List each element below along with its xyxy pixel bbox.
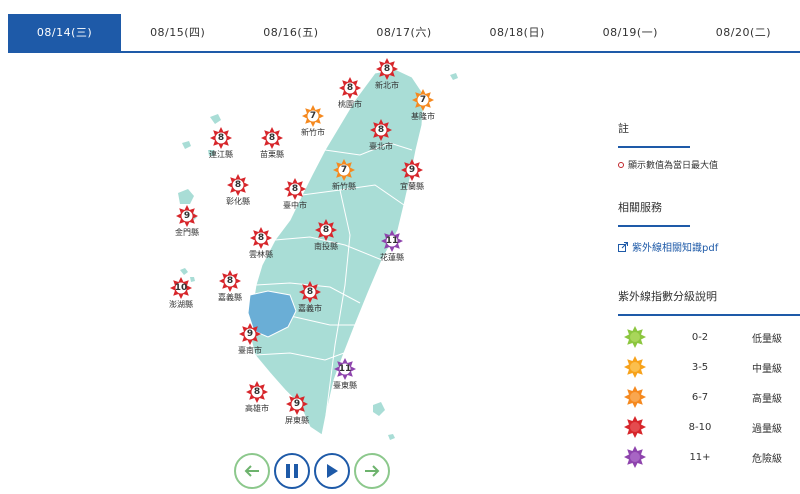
uv-value: 8 <box>253 387 261 397</box>
uv-marker-changhua[interactable]: 8 彰化縣 <box>208 174 268 214</box>
note-title: 註 <box>618 120 690 148</box>
uv-marker-tainan[interactable]: 9 臺南市 <box>220 323 280 363</box>
county-label: 彰化縣 <box>226 197 250 206</box>
sun-medium-icon <box>624 356 646 378</box>
uv-value: 10 <box>174 283 188 293</box>
playback-controls <box>234 453 390 489</box>
uv-marker-hualien[interactable]: 11 花蓮縣 <box>362 230 422 270</box>
tab-0818[interactable]: 08/18(日) <box>461 14 574 51</box>
date-tabs: 08/14(三) 08/15(四) 08/16(五) 08/17(六) 08/1… <box>8 14 800 53</box>
uv-marker-pingtung[interactable]: 9 屏東縣 <box>267 393 327 433</box>
county-label: 宜蘭縣 <box>400 182 424 191</box>
arrow-left-icon <box>244 465 259 477</box>
county-label: 苗栗縣 <box>260 150 284 159</box>
pause-button[interactable] <box>274 453 310 489</box>
legend-level: 危險級 <box>752 453 782 465</box>
legend-level: 過量級 <box>752 423 782 435</box>
uv-marker-chiayi-county[interactable]: 8 嘉義縣 <box>200 270 260 310</box>
note-item: 顯示數值為當日最大值 <box>618 158 800 171</box>
uv-value: 8 <box>234 180 242 190</box>
uv-marker-nantou[interactable]: 8 南投縣 <box>296 219 356 259</box>
uv-legend: 0-2 低量級 3-5 中量級 6-7 高量級 8-10 過量級 11+ 危險級 <box>618 322 800 472</box>
legend-level: 高量級 <box>752 393 782 405</box>
play-icon <box>327 464 338 478</box>
uv-knowledge-pdf-link[interactable]: 紫外線相關知識pdf <box>618 239 800 254</box>
pause-icon <box>286 464 298 478</box>
county-label: 花蓮縣 <box>380 253 404 262</box>
county-label: 嘉義市 <box>298 304 322 313</box>
uv-marker-taipei[interactable]: 8 臺北市 <box>351 119 411 159</box>
legend-title: 紫外線指數分級說明 <box>618 288 800 316</box>
external-link-icon <box>618 241 628 252</box>
county-label: 雲林縣 <box>249 250 273 259</box>
county-label: 金門縣 <box>175 228 199 237</box>
county-label: 嘉義縣 <box>218 293 242 302</box>
legend-range: 0-2 <box>691 331 709 343</box>
link-label: 紫外線相關知識pdf <box>632 243 719 254</box>
legend-range: 8-10 <box>688 421 712 433</box>
county-label: 臺中市 <box>283 201 307 210</box>
play-button[interactable] <box>314 453 350 489</box>
uv-value: 11 <box>385 236 399 246</box>
tab-0820[interactable]: 08/20(二) <box>687 14 800 51</box>
legend-level: 低量級 <box>752 333 782 345</box>
uv-value: 8 <box>268 133 276 143</box>
uv-value: 9 <box>293 399 301 409</box>
next-button[interactable] <box>354 453 390 489</box>
tab-0814[interactable]: 08/14(三) <box>8 14 122 51</box>
uv-marker-miaoli[interactable]: 8 苗栗縣 <box>242 127 302 167</box>
services-title: 相關服務 <box>618 199 690 227</box>
uv-value: 8 <box>217 133 225 143</box>
note-text: 顯示數值為當日最大值 <box>628 161 719 171</box>
taiwan-uv-map: 8 新北市 8 桃園市 7 基隆市 7 新竹市 8 臺北市 8 連江縣 8 苗栗… <box>150 55 480 455</box>
uv-value: 8 <box>346 83 354 93</box>
uv-value: 8 <box>226 276 234 286</box>
county-label: 臺北市 <box>369 142 393 151</box>
uv-marker-taichung[interactable]: 8 臺中市 <box>265 178 325 218</box>
tab-0817[interactable]: 08/17(六) <box>347 14 460 51</box>
legend-row-excessive: 8-10 過量級 <box>618 412 800 442</box>
uv-marker-kinmen[interactable]: 9 金門縣 <box>157 205 217 245</box>
uv-marker-yunlin[interactable]: 8 雲林縣 <box>231 227 291 267</box>
legend-level: 中量級 <box>752 363 782 375</box>
legend-range: 3-5 <box>691 361 709 373</box>
sidebar: 註 顯示數值為當日最大值 相關服務 紫外線相關知識pdf 紫外線指數分級說明 0… <box>618 120 800 472</box>
uv-marker-chiayi-city[interactable]: 8 嘉義市 <box>280 281 340 321</box>
bullet-icon <box>618 161 624 168</box>
county-label: 臺南市 <box>238 346 262 355</box>
uv-value: 8 <box>377 125 385 135</box>
uv-value: 7 <box>340 165 348 175</box>
uv-value: 8 <box>291 184 299 194</box>
tab-0816[interactable]: 08/16(五) <box>234 14 347 51</box>
sun-danger-icon <box>624 446 646 468</box>
uv-value: 9 <box>408 165 416 175</box>
prev-button[interactable] <box>234 453 270 489</box>
uv-value: 9 <box>246 329 254 339</box>
county-label: 屏東縣 <box>285 416 309 425</box>
uv-value: 8 <box>306 287 314 297</box>
uv-value: 7 <box>419 95 427 105</box>
sun-low-icon <box>624 326 646 348</box>
county-label: 臺東縣 <box>333 381 357 390</box>
legend-row-low: 0-2 低量級 <box>618 322 800 352</box>
tab-0815[interactable]: 08/15(四) <box>121 14 234 51</box>
legend-range: 6-7 <box>691 391 709 403</box>
uv-value: 7 <box>309 111 317 121</box>
uv-value: 8 <box>257 233 265 243</box>
uv-value: 8 <box>322 225 330 235</box>
tab-0819[interactable]: 08/19(一) <box>574 14 687 51</box>
county-label: 南投縣 <box>314 242 338 251</box>
legend-row-danger: 11+ 危險級 <box>618 442 800 472</box>
uv-value: 9 <box>183 211 191 221</box>
legend-row-high: 6-7 高量級 <box>618 382 800 412</box>
uv-marker-yilan[interactable]: 9 宜蘭縣 <box>382 159 442 199</box>
uv-marker-taitung[interactable]: 11 臺東縣 <box>315 358 375 398</box>
legend-row-medium: 3-5 中量級 <box>618 352 800 382</box>
arrow-right-icon <box>365 465 380 477</box>
legend-range: 11+ <box>689 451 711 463</box>
sun-excessive-icon <box>624 416 646 438</box>
uv-value: 11 <box>338 364 352 374</box>
sun-high-icon <box>624 386 646 408</box>
